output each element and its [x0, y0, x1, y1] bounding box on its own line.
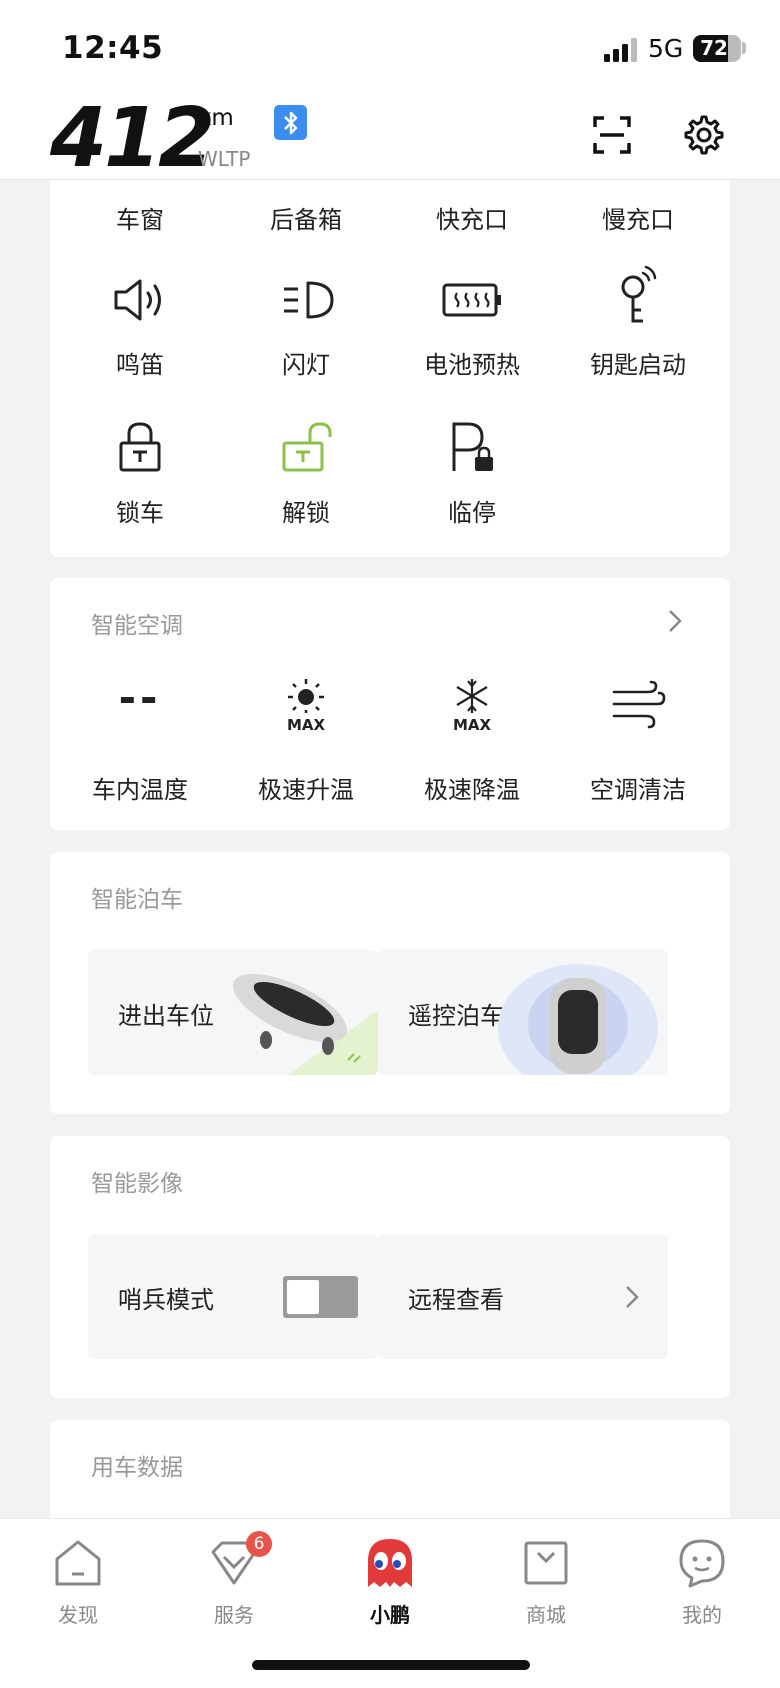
- ac-clean-label: 空调清洁: [590, 776, 686, 804]
- temp-parking-label: 临停: [448, 499, 496, 527]
- car-parking-illustration: [232, 973, 378, 1075]
- battery-tip: [742, 42, 746, 54]
- cabin-temperature-value: --: [118, 673, 162, 722]
- home-indicator[interactable]: [252, 1660, 530, 1670]
- remote-view-tile[interactable]: 远程查看: [378, 1234, 668, 1359]
- parking-title: 智能泊车: [91, 887, 183, 913]
- nav-store[interactable]: 商城: [496, 1537, 596, 1628]
- home-icon: [55, 1540, 101, 1586]
- key-start-icon[interactable]: [603, 260, 673, 330]
- smart-parking-card: 智能泊车 进出车位 遥控泊车: [50, 852, 730, 1114]
- smart-camera-card: 智能影像 哨兵模式 远程查看: [50, 1136, 730, 1398]
- network-type: 5G: [648, 34, 684, 63]
- sentry-mode-tile: 哨兵模式: [88, 1234, 378, 1359]
- horn-icon[interactable]: [105, 265, 175, 335]
- cabin-temperature-label: 车内温度: [92, 776, 188, 804]
- vehicle-data-title: 用车数据: [91, 1455, 183, 1481]
- sentry-mode-toggle[interactable]: [283, 1276, 358, 1318]
- chevron-right-icon[interactable]: [665, 608, 685, 634]
- nav-xpeng[interactable]: 小鹏: [340, 1537, 440, 1628]
- smart-climate-card[interactable]: 智能空调 -- MAX MAX 车内温度 极速升温 极速降温 空调清洁: [50, 578, 730, 830]
- ac-clean-icon[interactable]: [603, 670, 673, 740]
- lock-label: 锁车: [116, 499, 164, 527]
- car-remote-illustration: [498, 964, 658, 1075]
- climate-title: 智能空调: [91, 613, 183, 639]
- status-bar: 12:45 5G 72: [0, 0, 780, 95]
- range-value: 412: [50, 91, 215, 186]
- park-in-out-label: 进出车位: [118, 1002, 214, 1030]
- nav-xpeng-label: 小鹏: [370, 1603, 410, 1627]
- flash-lights-label: 闪灯: [282, 351, 330, 379]
- key-start-label: 钥匙启动: [590, 351, 686, 379]
- gear-icon[interactable]: [682, 113, 726, 157]
- max-heat-icon[interactable]: MAX: [271, 670, 341, 740]
- max-cool-label: 极速降温: [424, 776, 520, 804]
- profile-icon: [679, 1539, 725, 1588]
- window-control[interactable]: 车窗: [70, 200, 210, 235]
- nav-store-label: 商城: [526, 1603, 566, 1627]
- slow-charge-port-control[interactable]: 慢充口: [568, 200, 708, 235]
- horn-label: 鸣笛: [116, 351, 164, 379]
- max-heat-text: MAX: [287, 716, 326, 733]
- status-time: 12:45: [62, 30, 164, 66]
- vehicle-header: 412 km WLTP: [0, 91, 780, 186]
- park-in-out-tile[interactable]: 进出车位: [88, 950, 378, 1075]
- battery-preheat-label: 电池预热: [424, 351, 520, 379]
- fast-charge-port-control[interactable]: 快充口: [402, 200, 542, 235]
- vehicle-controls-card: 车窗 后备箱 快充口 慢充口 鸣笛 闪灯 电池预热 钥匙启动 锁车 解锁 临停: [50, 180, 730, 557]
- service-badge: 6: [246, 1531, 272, 1557]
- headlight-icon[interactable]: [271, 265, 341, 335]
- xpeng-mascot-icon: [368, 1539, 412, 1587]
- chevron-right-icon: [626, 1286, 639, 1308]
- battery-icon: 72: [693, 35, 741, 62]
- nav-discover[interactable]: 发现: [28, 1537, 128, 1628]
- remote-view-label: 远程查看: [408, 1286, 504, 1314]
- battery-heat-icon[interactable]: [437, 265, 507, 335]
- signal-icon: [604, 38, 637, 62]
- scan-icon[interactable]: [592, 115, 632, 155]
- bluetooth-icon[interactable]: [274, 105, 307, 140]
- battery-percent: 72: [700, 36, 728, 60]
- range-standard: WLTP: [198, 147, 251, 171]
- temp-parking-icon[interactable]: [437, 412, 507, 482]
- nav-discover-label: 发现: [58, 1603, 98, 1627]
- max-cool-icon[interactable]: MAX: [437, 670, 507, 740]
- toggle-knob: [287, 1280, 319, 1314]
- nav-profile-label: 我的: [682, 1603, 722, 1627]
- lock-icon[interactable]: [105, 412, 175, 482]
- range-unit: km: [198, 105, 234, 131]
- nav-profile[interactable]: 我的: [652, 1537, 752, 1628]
- trunk-control[interactable]: 后备箱: [236, 200, 376, 235]
- max-cool-text: MAX: [453, 716, 492, 733]
- unlock-label: 解锁: [282, 499, 330, 527]
- nav-service-label: 服务: [214, 1603, 254, 1627]
- camera-title: 智能影像: [91, 1171, 183, 1197]
- remote-parking-tile[interactable]: 遥控泊车: [378, 950, 668, 1075]
- unlock-icon[interactable]: [271, 412, 341, 482]
- max-heat-label: 极速升温: [258, 776, 354, 804]
- sentry-mode-label: 哨兵模式: [118, 1286, 214, 1314]
- store-icon: [524, 1541, 568, 1585]
